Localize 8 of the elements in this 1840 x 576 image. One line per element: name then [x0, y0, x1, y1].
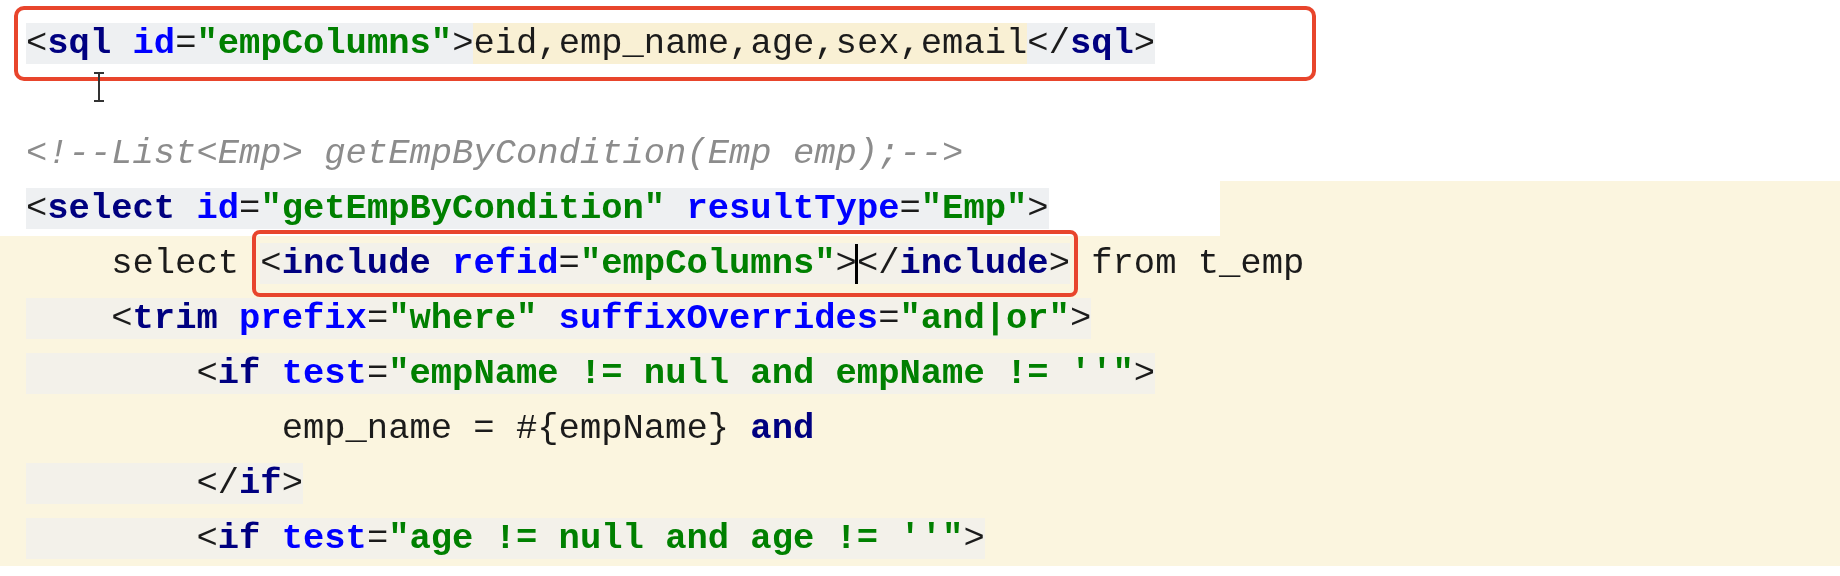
code-line: <sql id="empColumns">eid,emp_name,age,sex,email</sql>	[26, 22, 1157, 66]
text-cursor-icon	[92, 72, 106, 102]
code-line: <!--List<Emp> getEmpByCondition(Emp emp);-->	[26, 132, 965, 176]
text-caret	[855, 243, 859, 284]
code-text: select	[110, 243, 241, 284]
code-text: </include>	[856, 243, 1070, 284]
code-text: <include refid="empColumns">	[260, 243, 857, 284]
code-text: from t_emp	[1090, 243, 1305, 284]
